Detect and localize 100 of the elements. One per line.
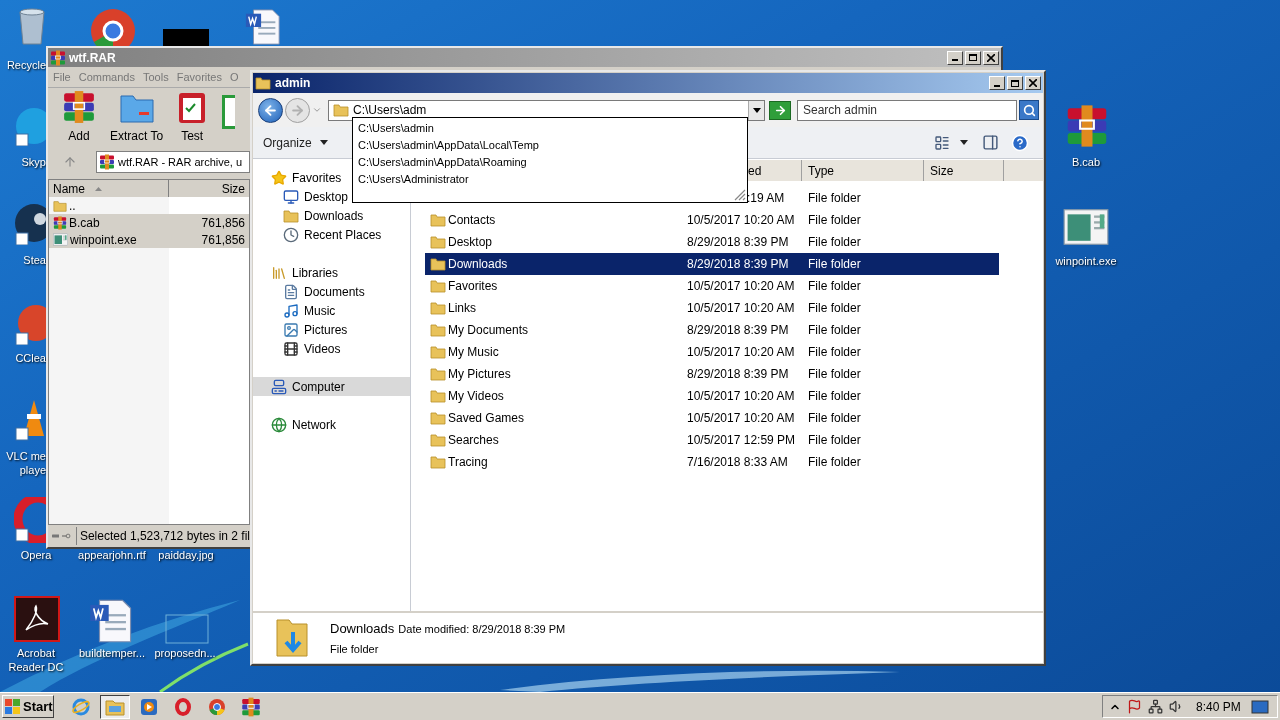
column-heading[interactable]: Size bbox=[169, 180, 249, 197]
archive-row[interactable]: .. bbox=[49, 197, 249, 214]
file-type: File folder bbox=[807, 190, 861, 207]
close-button[interactable] bbox=[1025, 76, 1041, 90]
address-input[interactable]: C:\Users\adm bbox=[353, 101, 748, 119]
caret-icon[interactable] bbox=[960, 140, 968, 145]
windows-logo-icon bbox=[5, 699, 21, 714]
toolbar-button[interactable]: Extract To bbox=[110, 90, 164, 145]
minimize-button[interactable] bbox=[989, 76, 1005, 90]
show-desktop-icon[interactable] bbox=[1250, 699, 1269, 714]
folder-icon bbox=[333, 102, 349, 118]
modified-date: 8/29/2018 8:39 PM bbox=[687, 234, 790, 251]
search-button[interactable] bbox=[1019, 100, 1039, 120]
file-row[interactable]: Downloads 8/29/2018 8:39 PM File folder bbox=[425, 253, 999, 275]
nav-item[interactable]: Pictures bbox=[253, 320, 410, 339]
nav-item[interactable]: Computer bbox=[253, 377, 410, 396]
file-name: My Music bbox=[448, 344, 499, 361]
desktop-icon-label[interactable]: B.cab bbox=[1046, 155, 1126, 169]
help-icon[interactable] bbox=[1011, 133, 1029, 152]
desktop-icon-label[interactable]: Stea bbox=[2, 253, 46, 267]
search-field[interactable]: Search admin bbox=[797, 99, 1017, 121]
app-icon bbox=[163, 29, 209, 46]
maximize-button[interactable] bbox=[1007, 76, 1023, 90]
nav-item[interactable]: Recent Places bbox=[253, 225, 410, 244]
caret-icon bbox=[752, 107, 761, 113]
column-heading[interactable]: Name bbox=[49, 180, 169, 197]
archive-row[interactable]: winpoint.exe 761,856 bbox=[49, 231, 249, 248]
toolbar-button[interactable]: Add bbox=[62, 90, 96, 145]
column-heading[interactable]: Type bbox=[802, 160, 924, 181]
go-button[interactable] bbox=[769, 100, 791, 120]
nav-item[interactable]: Downloads bbox=[253, 206, 410, 225]
modified-date: 10/5/2017 10:20 AM bbox=[687, 278, 796, 295]
suggestion-item[interactable]: C:\Users\admin bbox=[353, 120, 747, 137]
library-icon bbox=[271, 264, 287, 281]
nav-item[interactable]: Music bbox=[253, 301, 410, 320]
desktop-icon-label[interactable]: VLC me playe bbox=[2, 449, 46, 477]
organize-button[interactable]: Organize bbox=[259, 130, 332, 155]
nav-item[interactable]: Videos bbox=[253, 339, 410, 358]
right-arrow-icon bbox=[773, 103, 787, 117]
back-button[interactable] bbox=[258, 97, 283, 123]
file-type: File folder bbox=[807, 388, 861, 405]
file-name: Contacts bbox=[448, 212, 496, 229]
file-row[interactable]: My Music 10/5/2017 10:20 AM File folder bbox=[425, 341, 999, 363]
file-row[interactable]: My Videos 10/5/2017 10:20 AM File folder bbox=[425, 385, 999, 407]
file-name: Desktop bbox=[448, 234, 493, 251]
search-input[interactable]: Search admin bbox=[803, 101, 1011, 119]
desktop-icon-label[interactable]: CClea bbox=[2, 351, 46, 365]
right-arrow-icon bbox=[290, 102, 305, 118]
file-row[interactable]: My Documents 8/29/2018 8:39 PM File folder bbox=[425, 319, 999, 341]
file-row[interactable]: Tracing 7/16/2018 8:33 AM File folder bbox=[425, 451, 999, 473]
file-row[interactable]: Desktop 8/29/2018 8:39 PM File folder bbox=[425, 231, 999, 253]
suggestion-item[interactable]: C:\Users\admin\AppData\Local\Temp bbox=[353, 137, 747, 154]
path-field[interactable]: wtf.RAR - RAR archive, u bbox=[96, 151, 250, 173]
file-type: File folder bbox=[807, 432, 861, 449]
file-name: My Pictures bbox=[448, 366, 511, 383]
file-row[interactable]: Favorites 10/5/2017 10:20 AM File folder bbox=[425, 275, 999, 297]
desktop-icon-label[interactable]: Recycle bbox=[2, 58, 46, 72]
skype-icon bbox=[14, 106, 46, 146]
nav-item[interactable]: Network bbox=[253, 415, 410, 434]
flag-icon[interactable] bbox=[1127, 699, 1142, 714]
desktop-icon-label[interactable]: winpoint.exe bbox=[1046, 254, 1126, 268]
internet-explorer-icon bbox=[72, 697, 90, 716]
clock[interactable]: 8:40 PM bbox=[1196, 697, 1241, 716]
preview-pane-icon[interactable] bbox=[982, 134, 999, 151]
file-row[interactable]: Saved Games 10/5/2017 10:20 AM File folder bbox=[425, 407, 999, 429]
modified-date: 10/5/2017 10:20 AM bbox=[687, 410, 796, 427]
suggestion-item[interactable]: C:\Users\admin\AppData\Roaming bbox=[353, 154, 747, 171]
archive-icon bbox=[50, 49, 66, 66]
folder-icon bbox=[430, 432, 446, 448]
file-size: 761,856 bbox=[200, 231, 246, 249]
nav-item[interactable]: Documents bbox=[253, 282, 410, 301]
modified-date: :19 AM bbox=[746, 190, 786, 207]
start-button[interactable]: Start bbox=[2, 695, 54, 718]
view-icon[interactable] bbox=[934, 134, 950, 151]
nav-item[interactable]: Libraries bbox=[253, 263, 410, 282]
word-document-icon bbox=[88, 598, 134, 644]
network-icon[interactable] bbox=[1148, 699, 1163, 714]
dropdown-button[interactable] bbox=[748, 100, 764, 120]
toolbar-button[interactable]: Test bbox=[177, 90, 208, 145]
file-name: Downloads bbox=[448, 256, 508, 273]
details-type: File folder bbox=[330, 641, 380, 657]
file-row[interactable]: Contacts 10/5/2017 10:20 AM File folder bbox=[425, 209, 999, 231]
file-size: 761,856 bbox=[200, 214, 246, 232]
resize-grip-icon[interactable] bbox=[734, 189, 746, 201]
file-row[interactable]: Links 10/5/2017 10:20 AM File folder bbox=[425, 297, 999, 319]
file-row[interactable]: My Pictures 8/29/2018 8:39 PM File folder bbox=[425, 363, 999, 385]
suggestion-item[interactable]: C:\Users\Administrator bbox=[353, 171, 747, 188]
archive-row[interactable]: B.cab 761,856 bbox=[49, 214, 249, 231]
column-heading[interactable]: Size bbox=[924, 160, 1004, 181]
archive-file-name: .. bbox=[69, 197, 76, 215]
maximize-button[interactable] bbox=[965, 50, 981, 65]
opera-icon bbox=[14, 497, 46, 543]
picture-icon bbox=[283, 321, 299, 338]
close-button[interactable] bbox=[983, 50, 999, 65]
file-row[interactable]: Searches 10/5/2017 12:59 PM File folder bbox=[425, 429, 999, 451]
minimize-button[interactable] bbox=[947, 50, 963, 65]
media-player-icon bbox=[140, 697, 158, 716]
modified-date: 10/5/2017 12:59 PM bbox=[687, 432, 797, 449]
taskbar-button[interactable] bbox=[100, 694, 130, 719]
desktop-icon-label[interactable]: Skyp bbox=[2, 155, 46, 169]
